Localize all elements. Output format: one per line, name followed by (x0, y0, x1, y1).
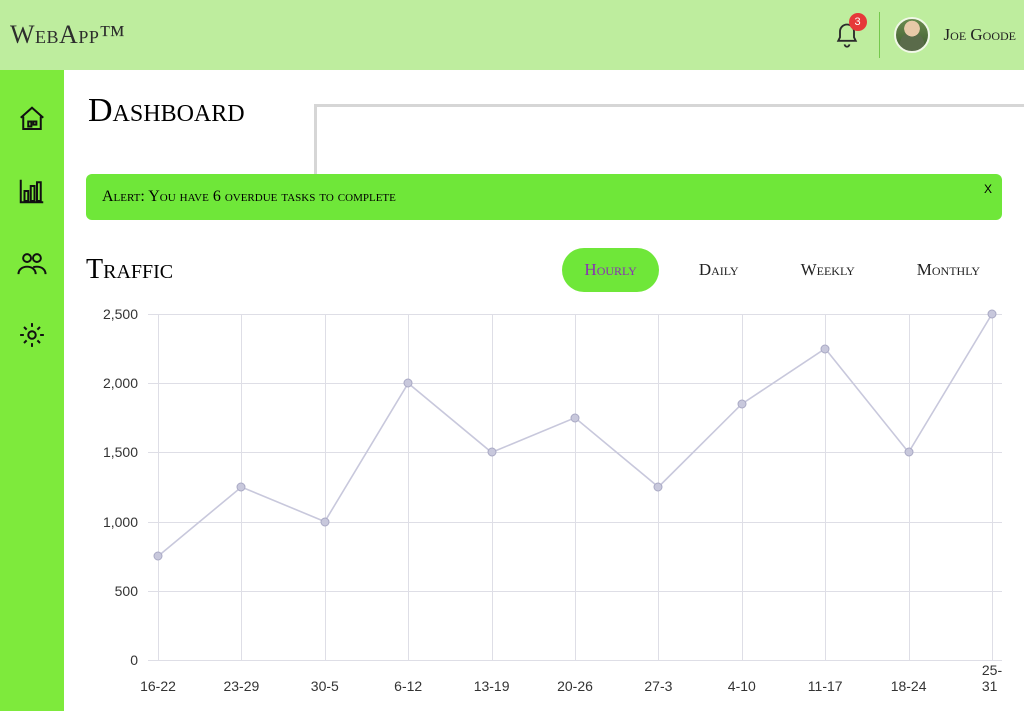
bar-chart-icon (17, 176, 47, 206)
home-icon (17, 104, 47, 134)
divider (879, 12, 880, 58)
alert-close-button[interactable]: x (984, 178, 992, 198)
data-point[interactable] (904, 448, 913, 457)
tab-daily[interactable]: Daily (677, 248, 761, 292)
data-point[interactable] (237, 483, 246, 492)
alert-banner: Alert: You have 6 overdue tasks to compl… (86, 174, 1002, 220)
y-tick-label: 500 (115, 583, 138, 599)
app-logo: WebApp™ (10, 20, 125, 50)
avatar[interactable] (894, 17, 930, 53)
notification-badge: 3 (849, 13, 867, 31)
gridline-horizontal (148, 660, 1002, 661)
x-tick-label: 23-29 (223, 678, 259, 694)
x-tick-label: 6-12 (394, 678, 422, 694)
y-tick-label: 0 (130, 652, 138, 668)
data-point[interactable] (487, 448, 496, 457)
y-tick-label: 2,500 (103, 306, 138, 322)
data-point[interactable] (821, 344, 830, 353)
x-tick-label: 30-5 (311, 678, 339, 694)
data-point[interactable] (571, 413, 580, 422)
main: Dashboard Alert: You have 6 overdue task… (64, 70, 1024, 711)
y-tick-label: 1,500 (103, 444, 138, 460)
x-tick-label: 13-19 (474, 678, 510, 694)
x-tick-label: 18-24 (891, 678, 927, 694)
data-point[interactable] (988, 310, 997, 319)
alert-text: Alert: You have 6 overdue tasks to compl… (102, 188, 396, 206)
data-point[interactable] (404, 379, 413, 388)
sidebar (0, 70, 64, 711)
sidebar-item-settings[interactable] (15, 318, 49, 352)
page-title: Dashboard (64, 70, 1024, 130)
tab-weekly[interactable]: Weekly (779, 248, 877, 292)
sidebar-item-home[interactable] (15, 102, 49, 136)
tab-monthly[interactable]: Monthly (895, 248, 1002, 292)
line-path (148, 314, 1002, 660)
y-tick-label: 1,000 (103, 514, 138, 530)
users-icon (16, 248, 48, 278)
sidebar-item-users[interactable] (15, 246, 49, 280)
y-tick-label: 2,000 (103, 375, 138, 391)
sidebar-item-analytics[interactable] (15, 174, 49, 208)
x-tick-label: 4-10 (728, 678, 756, 694)
gear-icon (17, 320, 47, 350)
data-point[interactable] (320, 517, 329, 526)
x-tick-label: 25-31 (982, 662, 1002, 694)
app-header: WebApp™ 3 Joe Goode (0, 0, 1024, 70)
data-point[interactable] (737, 399, 746, 408)
section-title-traffic: Traffic (86, 254, 173, 286)
tab-hourly[interactable]: Hourly (562, 248, 658, 292)
traffic-chart: 05001,0001,5002,0002,500 16-2223-2930-56… (86, 314, 1002, 694)
data-point[interactable] (654, 483, 663, 492)
username[interactable]: Joe Goode (944, 25, 1016, 45)
x-tick-label: 11-17 (808, 678, 843, 694)
x-tick-label: 27-3 (644, 678, 672, 694)
data-point[interactable] (154, 552, 163, 561)
x-tick-label: 20-26 (557, 678, 593, 694)
range-tabs: Hourly Daily Weekly Monthly (562, 248, 1002, 292)
header-right: 3 Joe Goode (829, 12, 1016, 58)
x-tick-label: 16-22 (140, 678, 176, 694)
notifications-button[interactable]: 3 (829, 17, 865, 53)
